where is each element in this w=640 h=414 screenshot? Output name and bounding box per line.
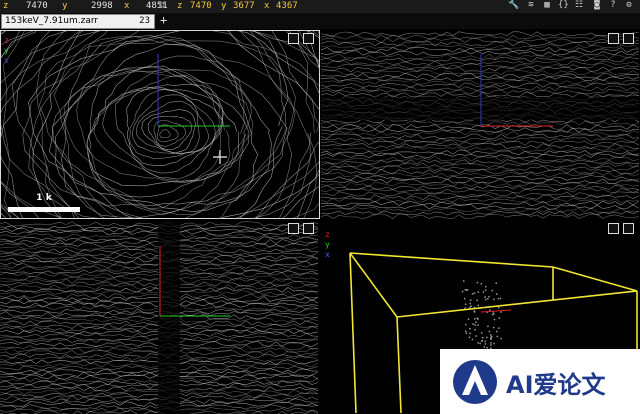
- yz-slice-image: [0, 220, 319, 414]
- camera-icon[interactable]: ◙: [592, 0, 602, 10]
- yz-maximize-button[interactable]: [288, 223, 299, 234]
- scale-bar-label: 1 k: [36, 193, 52, 203]
- mouse-z-coordinate: 7470: [190, 1, 212, 11]
- help-icon[interactable]: ?: [608, 0, 618, 10]
- layer-tab-bar: 153keV_7.91um.zarr 23 +: [0, 13, 640, 29]
- watermark-emblem-icon: [453, 360, 497, 404]
- watermark-text: AI爱论文: [506, 371, 606, 399]
- z-axis-label: z: [3, 1, 9, 11]
- mouse-x-coordinate: 4367: [276, 1, 298, 11]
- 3d-legend-y: y: [325, 240, 330, 249]
- add-layer-button[interactable]: +: [160, 13, 167, 27]
- xy-view-panel[interactable]: z y x 1 k: [0, 30, 320, 219]
- layer-tab-count: 23: [139, 16, 150, 26]
- xy-legend-z: z: [4, 36, 9, 45]
- y-axis-label: y: [62, 1, 68, 11]
- y-coordinate[interactable]: 2998: [91, 0, 113, 13]
- xz-maximize-button[interactable]: [608, 33, 619, 44]
- wrench-icon[interactable]: 🔧: [508, 0, 519, 10]
- xy-copy-button[interactable]: [303, 33, 314, 44]
- watermark-logo: AI爱论文: [440, 349, 640, 414]
- scale-bar: 1 k: [6, 193, 82, 215]
- mouse-z-label: z: [177, 1, 183, 11]
- xy-slice-image: [0, 30, 320, 219]
- mouse-x-label: x: [264, 1, 270, 11]
- xz-copy-button[interactable]: [623, 33, 634, 44]
- 3d-copy-button[interactable]: [623, 223, 634, 234]
- yz-view-panel[interactable]: [0, 220, 320, 414]
- scale-bar-line: [8, 207, 80, 212]
- layer-tab-name: 153keV_7.91um.zarr: [5, 16, 99, 26]
- 3d-axis-legend: z y x: [325, 230, 330, 260]
- settings-icon[interactable]: ☷: [574, 0, 584, 10]
- coordinate-bar: z 7470 y 2998 x 4851 ⧉ z 7470 y 3677 x 4…: [0, 0, 640, 13]
- xy-axis-legend: z y x: [4, 36, 9, 66]
- z-coordinate[interactable]: 7470: [26, 0, 48, 13]
- xz-slice-image: [321, 31, 640, 219]
- braces-icon[interactable]: {}: [558, 0, 569, 10]
- gear-icon[interactable]: ⚙: [624, 0, 634, 10]
- mouse-y-label: y: [221, 1, 227, 11]
- layout-icon[interactable]: ▦: [542, 0, 552, 10]
- x-axis-label: x: [124, 1, 130, 11]
- 3d-maximize-button[interactable]: [608, 223, 619, 234]
- mouse-y-coordinate: 3677: [233, 1, 255, 11]
- xy-legend-y: y: [4, 46, 9, 55]
- xz-view-panel[interactable]: [321, 30, 640, 219]
- copy-icon[interactable]: ⧉: [159, 0, 165, 13]
- yz-copy-button[interactable]: [303, 223, 314, 234]
- xy-legend-x: x: [4, 56, 9, 65]
- xy-maximize-button[interactable]: [288, 33, 299, 44]
- layer-tab[interactable]: 153keV_7.91um.zarr 23: [1, 14, 155, 29]
- 3d-legend-z: z: [325, 230, 330, 239]
- layers-icon[interactable]: ≋: [526, 0, 536, 10]
- 3d-legend-x: x: [325, 250, 330, 259]
